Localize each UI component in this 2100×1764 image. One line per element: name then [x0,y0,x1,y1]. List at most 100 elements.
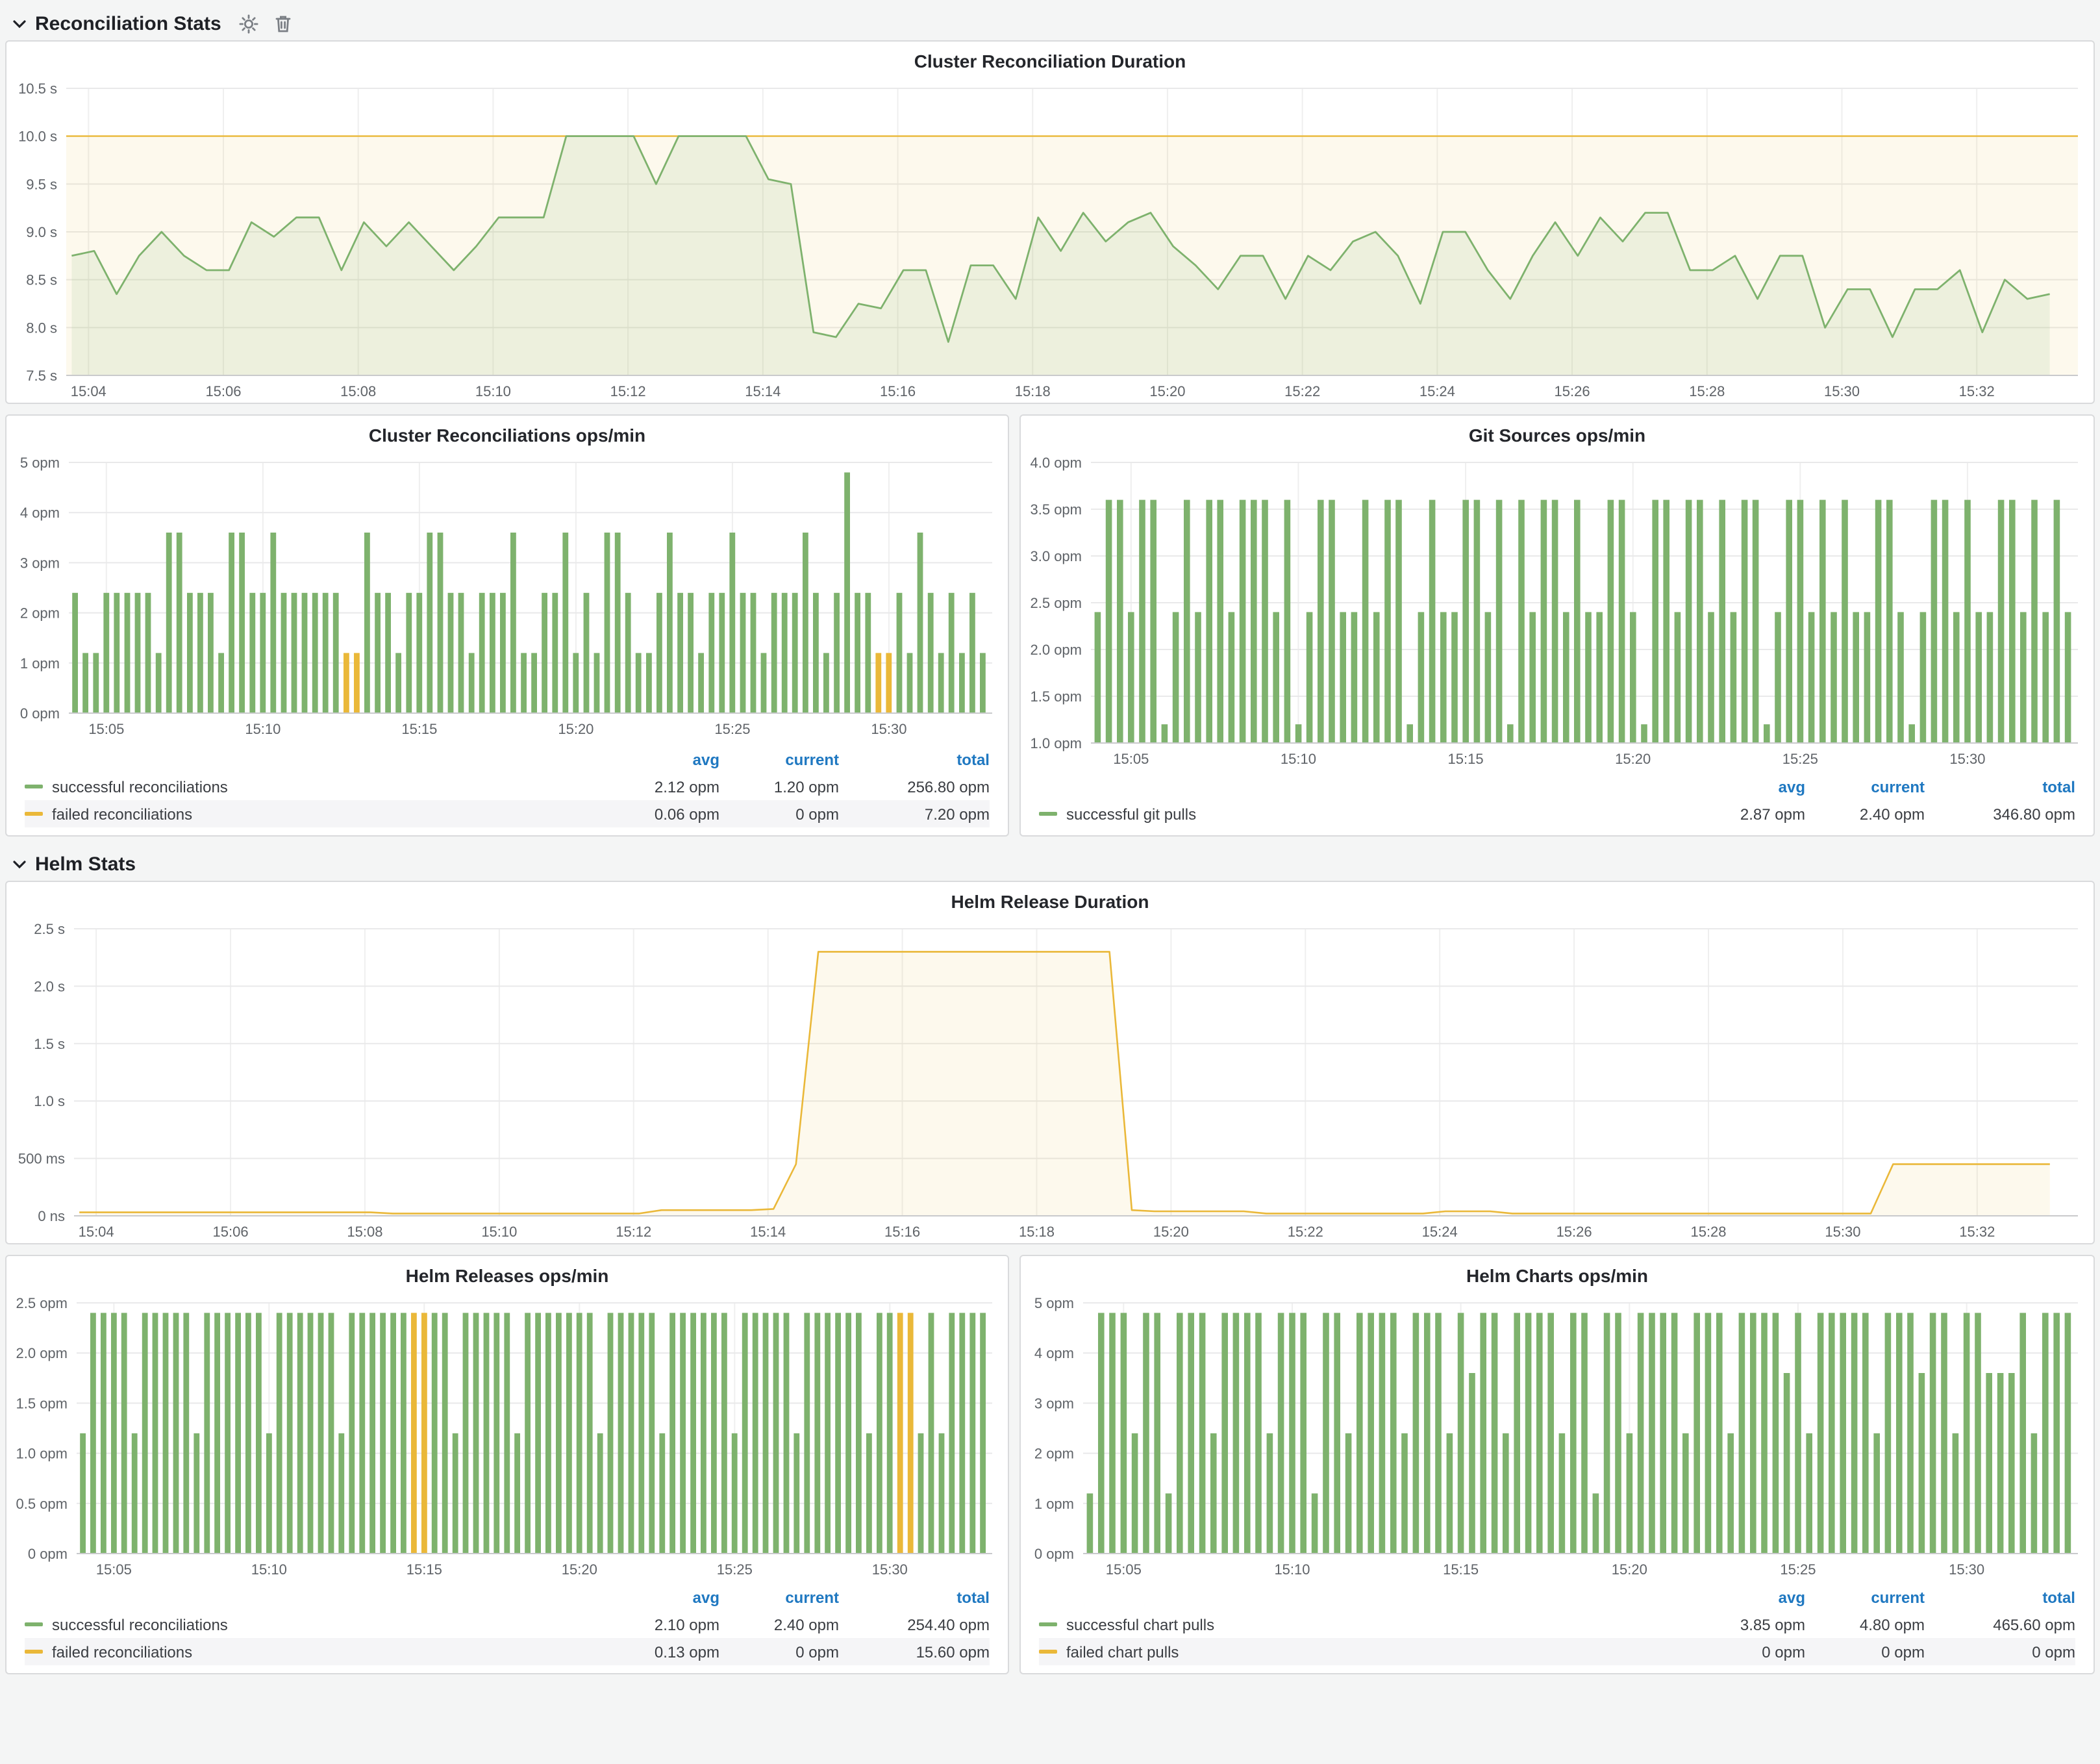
panel-title-cluster-reconciliations-opm[interactable]: Cluster Reconciliations ops/min [369,424,645,445]
svg-text:15:22: 15:22 [1288,1224,1323,1240]
legend-col-current[interactable]: current [1805,1588,1925,1606]
panel-helm-charts-opm: Helm Charts ops/min 15:0515:1015:1515:20… [1019,1255,2095,1674]
svg-text:15:10: 15:10 [475,383,511,399]
svg-text:3.0 opm: 3.0 opm [1031,548,1082,564]
chevron-down-icon [13,18,26,29]
series-color-swatch [25,1650,43,1654]
legend-series-toggle[interactable]: failed chart pulls [1039,1643,1686,1661]
legend-cluster-reconciliations: avg current total successful reconciliat… [6,743,1008,835]
panel-title-helm-release-duration[interactable]: Helm Release Duration [951,890,1149,911]
legend-series-toggle[interactable]: successful git pulls [1039,805,1686,823]
panel-title-helm-releases-opm[interactable]: Helm Releases ops/min [406,1265,609,1285]
legend-series-toggle[interactable]: successful reconciliations [25,1615,600,1633]
svg-text:15:15: 15:15 [406,1561,442,1578]
legend-total-value: 465.60 opm [1925,1615,2075,1633]
svg-text:3 opm: 3 opm [1034,1395,1074,1411]
section-header-helm-stats[interactable]: Helm Stats [5,847,2095,881]
legend-series-label: successful git pulls [1066,805,1196,823]
svg-text:15:10: 15:10 [251,1561,287,1578]
svg-text:15:08: 15:08 [347,1224,382,1240]
legend-series-label: failed reconciliations [52,805,192,823]
legend-header: avg current total [25,746,990,773]
helm-release-duration-chart[interactable]: 15:0415:0615:0815:1015:1215:1415:1615:18… [6,916,2094,1243]
svg-text:15:15: 15:15 [1443,1561,1479,1578]
legend-series-toggle[interactable]: failed reconciliations [25,805,600,823]
legend-avg-value: 2.10 opm [600,1615,719,1633]
panel-title-helm-charts-opm[interactable]: Helm Charts ops/min [1466,1265,1648,1285]
svg-text:15:18: 15:18 [1019,1224,1055,1240]
svg-text:15:20: 15:20 [1615,751,1651,767]
legend-col-total[interactable]: total [1925,777,2075,796]
legend-col-total[interactable]: total [839,1588,990,1606]
svg-text:2.0 s: 2.0 s [34,978,65,994]
legend-row-successful-chart-pulls: successful chart pulls 3.85 opm 4.80 opm… [1039,1611,2075,1638]
svg-text:15:20: 15:20 [1612,1561,1647,1578]
cluster-reconciliations-opm-chart[interactable]: 15:0515:1015:1515:2015:2515:300 opm1 opm… [6,449,1008,740]
legend-current-value: 0 opm [719,805,839,823]
gear-icon[interactable] [240,14,259,33]
svg-text:10.5 s: 10.5 s [18,81,57,97]
svg-text:15:24: 15:24 [1422,1224,1458,1240]
svg-text:5 opm: 5 opm [1034,1295,1074,1311]
svg-text:15:30: 15:30 [872,1561,908,1578]
git-sources-opm-chart[interactable]: 15:0515:1015:1515:2015:2515:301.0 opm1.5… [1021,449,2094,770]
legend-col-avg[interactable]: avg [1686,1588,1805,1606]
svg-text:15:26: 15:26 [1556,1224,1592,1240]
svg-text:0.5 opm: 0.5 opm [16,1496,68,1512]
svg-text:10.0 s: 10.0 s [18,129,57,145]
section-header-reconciliation-stats[interactable]: Reconciliation Stats [5,6,2095,40]
legend-col-total[interactable]: total [839,750,990,768]
legend-header: avg current total [1039,1583,2075,1611]
legend-series-label: failed chart pulls [1066,1643,1179,1661]
legend-col-current[interactable]: current [719,750,839,768]
panel-git-sources-opm: Git Sources ops/min 15:0515:1015:1515:20… [1019,414,2095,837]
legend-row-failed-reconciliations: failed reconciliations 0.13 opm 0 opm 15… [25,1638,990,1665]
panel-header: Helm Release Duration [6,882,2094,916]
legend-avg-value: 0.13 opm [600,1643,719,1661]
legend-series-toggle[interactable]: successful chart pulls [1039,1615,1686,1633]
svg-text:15:05: 15:05 [1106,1561,1142,1578]
legend-col-avg[interactable]: avg [1686,777,1805,796]
trash-icon[interactable] [275,14,293,33]
panel-title-cluster-reconciliation-duration[interactable]: Cluster Reconciliation Duration [914,50,1186,71]
panel-header: Cluster Reconciliation Duration [6,42,2094,75]
legend-current-value: 0 opm [719,1643,839,1661]
panel-title-git-sources-opm[interactable]: Git Sources ops/min [1469,424,1645,445]
series-color-swatch [25,1622,43,1626]
legend-series-toggle[interactable]: failed reconciliations [25,1643,600,1661]
legend-col-avg[interactable]: avg [600,750,719,768]
svg-text:2 opm: 2 opm [1034,1446,1074,1462]
svg-text:15:12: 15:12 [610,383,646,399]
legend-series-toggle[interactable]: successful reconciliations [25,777,600,796]
svg-text:15:05: 15:05 [96,1561,132,1578]
svg-text:15:06: 15:06 [205,383,241,399]
helm-releases-opm-chart[interactable]: 15:0515:1015:1515:2015:2515:300 opm0.5 o… [6,1290,1008,1581]
legend-col-avg[interactable]: avg [600,1588,719,1606]
legend-avg-value: 2.87 opm [1686,805,1805,823]
svg-text:1.5 s: 1.5 s [34,1036,65,1052]
legend-avg-value: 3.85 opm [1686,1615,1805,1633]
legend-git-sources: avg current total successful git pulls 2… [1021,770,2094,835]
panel-cluster-reconciliations-opm: Cluster Reconciliations ops/min 15:0515:… [5,414,1009,837]
svg-text:15:24: 15:24 [1419,383,1455,399]
svg-text:7.5 s: 7.5 s [26,368,57,384]
series-color-swatch [1039,1622,1057,1626]
legend-col-total[interactable]: total [1925,1588,2075,1606]
legend-series-label: successful reconciliations [52,1615,228,1633]
legend-current-value: 2.40 opm [719,1615,839,1633]
legend-col-current[interactable]: current [1805,777,1925,796]
svg-text:1.0 s: 1.0 s [34,1093,65,1109]
helm-charts-opm-chart[interactable]: 15:0515:1015:1515:2015:2515:300 opm1 opm… [1021,1290,2094,1581]
svg-text:0 opm: 0 opm [20,705,60,722]
svg-text:15:28: 15:28 [1690,1224,1726,1240]
cluster-reconciliation-duration-chart[interactable]: 15:0415:0615:0815:1015:1215:1415:1615:18… [6,75,2094,403]
legend-current-value: 2.40 opm [1805,805,1925,823]
svg-text:9.0 s: 9.0 s [26,224,57,240]
legend-total-value: 254.40 opm [839,1615,990,1633]
legend-total-value: 0 opm [1925,1643,2075,1661]
panel-row: Helm Releases ops/min 15:05 15:10 15:15 15:… [5,1255,2095,1674]
legend-col-current[interactable]: current [719,1588,839,1606]
legend-current-value: 1.20 opm [719,777,839,796]
legend-total-value: 7.20 opm [839,805,990,823]
svg-text:15:08: 15:08 [340,383,376,399]
